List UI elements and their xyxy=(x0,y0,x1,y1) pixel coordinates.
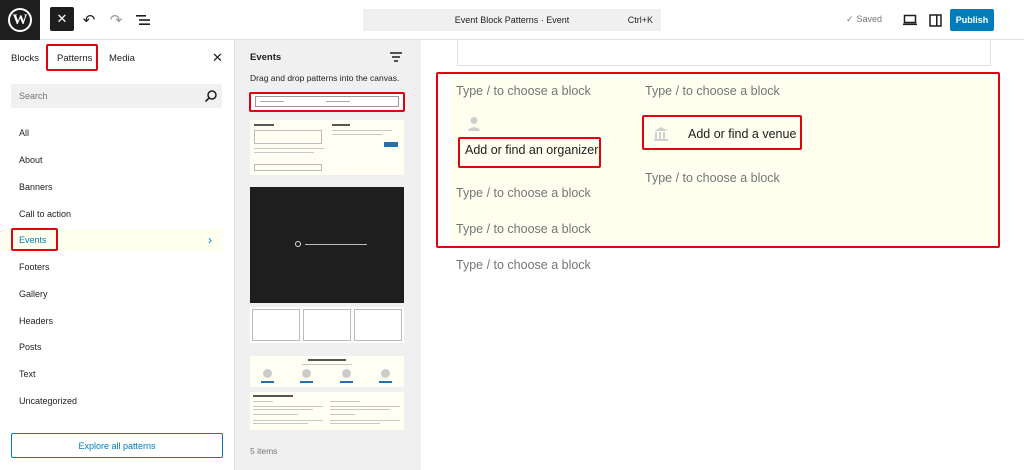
pattern-thumbnail[interactable] xyxy=(250,356,404,387)
command-palette-bar[interactable]: Event Block Patterns · Event Ctrl+K xyxy=(363,9,661,31)
add-organizer-button[interactable]: Add or find an organizer xyxy=(465,143,598,157)
category-uncategorized[interactable]: Uncategorized xyxy=(0,390,222,412)
explore-all-patterns-button[interactable]: Explore all patterns xyxy=(11,433,223,458)
wordpress-logo-icon[interactable]: W xyxy=(0,0,40,40)
category-events-label: Events xyxy=(19,235,47,245)
venue-icon xyxy=(654,127,668,141)
preview-button[interactable] xyxy=(898,8,922,32)
pattern-thumbnail[interactable] xyxy=(250,392,404,430)
inserter-panel: Blocks Patterns Media ✕ All About Banner… xyxy=(0,40,235,470)
saved-label: Saved xyxy=(856,14,883,24)
document-overview-button[interactable] xyxy=(131,8,155,32)
tab-blocks[interactable]: Blocks xyxy=(11,53,39,64)
editor-top-bar: W ✕ ↶ ↷ Event Block Patterns · Event Ctr… xyxy=(0,0,1024,40)
pattern-search xyxy=(11,84,222,108)
redo-button[interactable]: ↷ xyxy=(104,8,128,32)
category-banners[interactable]: Banners xyxy=(0,176,222,198)
undo-button[interactable]: ↶ xyxy=(77,8,101,32)
pattern-thumbnail[interactable] xyxy=(250,187,404,303)
block-placeholder[interactable]: Type / to choose a block xyxy=(456,258,591,272)
command-shortcut: Ctrl+K xyxy=(627,15,653,25)
list-view-icon xyxy=(136,15,150,25)
category-events[interactable]: Events › xyxy=(0,229,222,251)
filter-icon[interactable] xyxy=(389,50,403,64)
add-venue-button[interactable]: Add or find a venue xyxy=(688,127,796,141)
wordpress-logo-letter: W xyxy=(8,8,32,32)
patterns-count: 5 items xyxy=(250,446,278,456)
tab-media[interactable]: Media xyxy=(109,53,135,64)
pattern-thumbnail[interactable] xyxy=(250,93,404,110)
category-posts[interactable]: Posts xyxy=(0,336,222,358)
desktop-icon xyxy=(903,14,917,26)
search-input[interactable] xyxy=(11,84,201,108)
saved-status: ✓ Saved xyxy=(846,14,882,25)
tab-patterns[interactable]: Patterns xyxy=(57,53,92,64)
block-placeholder[interactable]: Type / to choose a block xyxy=(456,222,591,236)
close-panel-icon[interactable]: ✕ xyxy=(212,50,223,66)
category-about[interactable]: About xyxy=(0,149,222,171)
editor-canvas: Type / to choose a block Type / to choos… xyxy=(421,40,1024,470)
document-title: Event Block Patterns · Event xyxy=(454,15,570,25)
block-placeholder[interactable]: Type / to choose a block xyxy=(645,171,780,185)
category-text[interactable]: Text xyxy=(0,363,222,385)
pattern-preview xyxy=(255,96,399,107)
category-headers[interactable]: Headers xyxy=(0,310,222,332)
publish-button[interactable]: Publish xyxy=(950,9,994,31)
close-icon: ✕ xyxy=(56,11,68,26)
block-placeholder[interactable]: Type / to choose a block xyxy=(456,84,591,98)
pattern-thumbnail[interactable] xyxy=(250,307,404,343)
category-footers[interactable]: Footers xyxy=(0,256,222,278)
columns-block[interactable] xyxy=(451,78,998,244)
patterns-category-title: Events xyxy=(250,52,282,63)
patterns-list-panel: Events Drag and drop patterns into the c… xyxy=(235,40,421,470)
previous-block[interactable] xyxy=(457,40,991,66)
person-icon xyxy=(468,117,480,131)
patterns-instructions: Drag and drop patterns into the canvas. xyxy=(250,73,400,83)
category-all[interactable]: All xyxy=(0,122,222,144)
pattern-thumbnail[interactable] xyxy=(250,120,404,175)
block-placeholder[interactable]: Type / to choose a block xyxy=(645,84,780,98)
search-icon[interactable] xyxy=(204,89,218,103)
category-gallery[interactable]: Gallery xyxy=(0,283,222,305)
undo-icon: ↶ xyxy=(82,12,96,29)
redo-icon: ↷ xyxy=(109,12,123,29)
check-icon: ✓ xyxy=(846,14,854,24)
close-inserter-button[interactable]: ✕ xyxy=(50,7,74,31)
sidebar-icon xyxy=(928,13,942,27)
pattern-preview xyxy=(295,241,368,247)
block-placeholder[interactable]: Type / to choose a block xyxy=(456,186,591,200)
category-call-to-action[interactable]: Call to action xyxy=(0,203,222,225)
chevron-right-icon: › xyxy=(208,233,212,247)
settings-sidebar-button[interactable] xyxy=(923,8,947,32)
